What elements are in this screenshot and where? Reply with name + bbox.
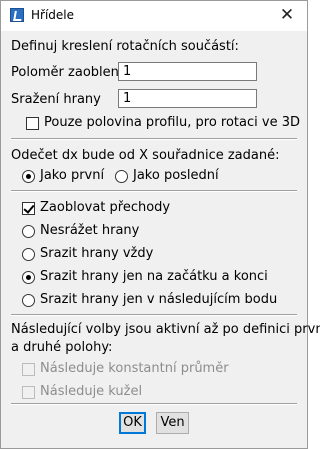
radio-first[interactable] bbox=[22, 170, 35, 183]
radio-chamfer-ends-label: Srazit hrany jen na začátku a konci bbox=[40, 269, 268, 284]
half-profile-checkbox[interactable] bbox=[26, 117, 39, 130]
radio-chamfer-next-label: Srazit hrany jen v následujícím bodu bbox=[40, 292, 278, 307]
title-bar[interactable]: Hřídele ✕ bbox=[1, 1, 307, 31]
section-note-line1: Následující volby jsou aktivní až po def… bbox=[11, 322, 320, 337]
app-icon bbox=[10, 8, 24, 22]
close-button[interactable]: ✕ bbox=[273, 3, 301, 27]
follow-cone-label: Následuje kužel bbox=[40, 384, 143, 399]
follow-diameter-checkbox[interactable] bbox=[22, 363, 35, 376]
separator bbox=[11, 190, 297, 192]
section-heading-rotation: Definuj kreslení rotačních součástí: bbox=[11, 39, 239, 54]
round-transitions-checkbox[interactable] bbox=[22, 202, 35, 215]
window-title: Hřídele bbox=[31, 8, 75, 22]
section-heading-dx: Odečet dx bude od X souřadnice zadané: bbox=[11, 148, 280, 163]
radio-chamfer-always-label: Srazit hrany vždy bbox=[40, 246, 154, 261]
half-profile-label: Pouze polovina profilu, pro rotaci ve 3D bbox=[44, 115, 300, 130]
follow-diameter-label: Následuje konstantní průměr bbox=[40, 361, 229, 376]
radio-last[interactable] bbox=[115, 170, 128, 183]
radio-no-chamfer[interactable] bbox=[22, 225, 35, 238]
radius-label: Poloměr zaoblení bbox=[11, 65, 123, 80]
radio-no-chamfer-label: Nesrážet hrany bbox=[40, 223, 140, 238]
cancel-button[interactable]: Ven bbox=[156, 412, 189, 434]
dialog-window: Hřídele ✕ Definuj kreslení rotačních sou… bbox=[0, 0, 320, 449]
radio-first-label: Jako první bbox=[40, 168, 105, 183]
separator bbox=[11, 403, 297, 405]
section-note-line2: a druhé polohy: bbox=[11, 340, 113, 355]
ok-button[interactable]: OK bbox=[119, 412, 146, 434]
separator bbox=[11, 314, 297, 316]
chamfer-label: Sražení hrany bbox=[11, 92, 101, 107]
radio-chamfer-ends[interactable] bbox=[22, 271, 35, 284]
chamfer-input[interactable]: 1 bbox=[118, 89, 257, 108]
radio-last-label: Jako poslední bbox=[133, 168, 219, 183]
radius-input[interactable]: 1 bbox=[118, 62, 257, 81]
round-transitions-label: Zaoblovat přechody bbox=[40, 200, 171, 215]
radio-chamfer-always[interactable] bbox=[22, 248, 35, 261]
separator bbox=[11, 138, 297, 140]
follow-cone-checkbox[interactable] bbox=[22, 386, 35, 399]
radio-chamfer-next[interactable] bbox=[22, 294, 35, 307]
